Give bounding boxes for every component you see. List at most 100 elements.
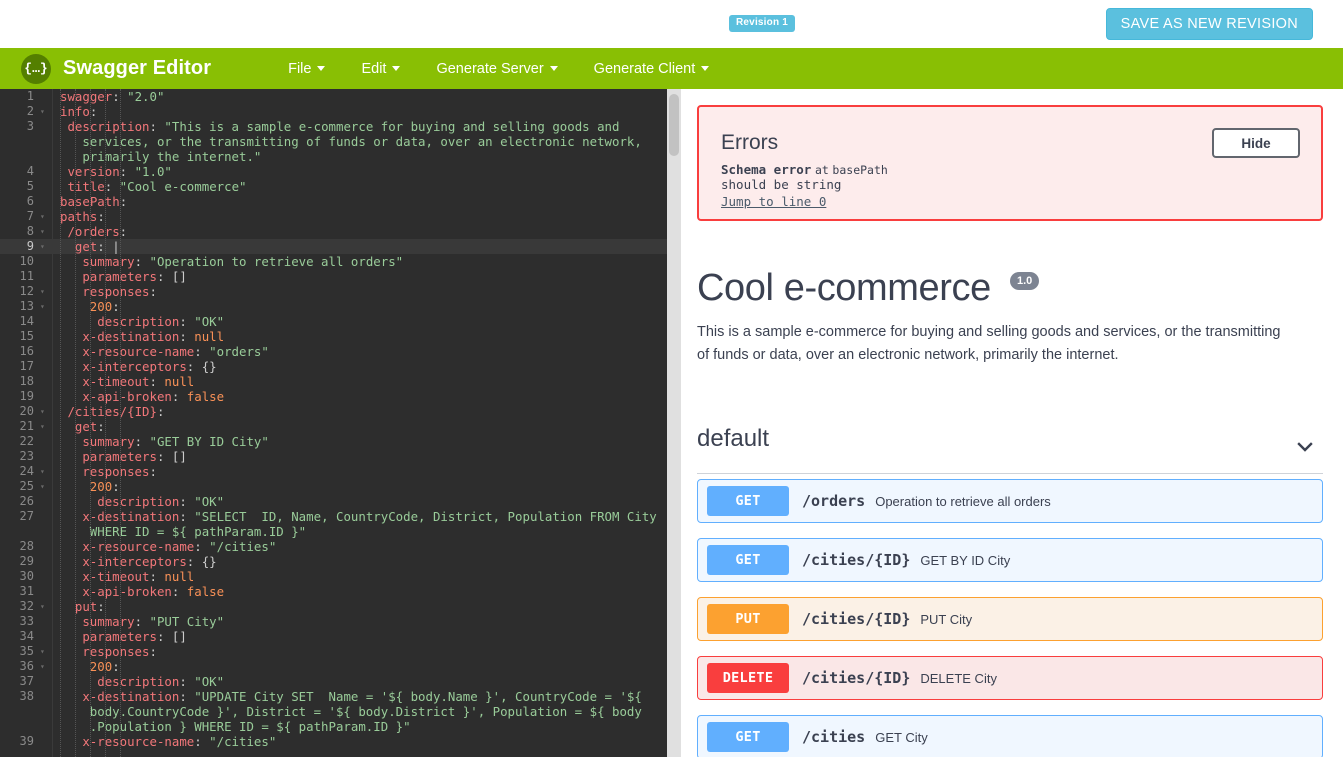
code-line[interactable]: 26description: "OK" [0,494,667,509]
jump-to-line-link[interactable]: Jump to line 0 [721,194,826,209]
code-line[interactable]: 35▾responses: [0,644,667,659]
code-line[interactable]: 23parameters: [] [0,449,667,464]
code-line[interactable]: 25▾200: [0,479,667,494]
operation-row-get[interactable]: GET/ordersOperation to retrieve all orde… [697,479,1323,523]
code-token: get [75,239,97,254]
code-line[interactable]: 21▾get: [0,419,667,434]
code-line[interactable]: 12▾responses: [0,284,667,299]
fold-arrow-icon[interactable]: ▾ [40,209,48,224]
code-line[interactable]: 31x-api-broken: false [0,584,667,599]
code-text: x-resource-name: "/cities" [60,734,667,749]
operation-summary: PUT City [920,612,972,627]
editor-vertical-scrollbar[interactable] [667,89,681,757]
fold-arrow-icon[interactable]: ▾ [40,104,48,119]
fold-arrow-icon[interactable]: ▾ [40,404,48,419]
operation-row-put[interactable]: PUT/cities/{ID}PUT City [697,597,1323,641]
code-token: : [105,179,120,194]
fold-arrow-icon[interactable]: ▾ [40,239,48,254]
code-line[interactable]: 28x-resource-name: "/cities" [0,539,667,554]
code-line[interactable]: 32▾put: [0,599,667,614]
code-line[interactable]: 2▾info: [0,104,667,119]
code-line[interactable]: 34parameters: [] [0,629,667,644]
brand-logo[interactable]: {…} Swagger Editor [21,54,211,84]
code-line[interactable]: 15x-destination: null [0,329,667,344]
code-line[interactable]: WHERE ID = ${ pathParam.ID }" [0,524,667,539]
fold-arrow-icon[interactable]: ▾ [40,599,48,614]
code-text: x-resource-name: "/cities" [60,539,667,554]
fold-arrow-icon[interactable]: ▾ [40,479,48,494]
errors-panel: Errors Schema error at basePath should b… [697,105,1323,221]
code-text: x-api-broken: false [60,584,667,599]
fold-arrow-icon[interactable]: ▾ [40,644,48,659]
code-line[interactable]: 19x-api-broken: false [0,389,667,404]
save-as-new-revision-button[interactable]: SAVE AS NEW REVISION [1106,8,1313,40]
editor-scrollbar-thumb[interactable] [669,94,679,156]
code-line[interactable]: primarily the internet." [0,149,667,164]
operation-row-delete[interactable]: DELETE/cities/{ID}DELETE City [697,656,1323,700]
code-line[interactable]: 10summary: "Operation to retrieve all or… [0,254,667,269]
operation-row-get[interactable]: GET/citiesGET City [697,715,1323,757]
code-token: : [120,194,127,209]
code-line[interactable]: 20▾/cities/{ID}: [0,404,667,419]
menu-item-generate-server[interactable]: Generate Server [436,61,557,77]
line-number: 39 [0,734,34,749]
code-line[interactable]: 3description: "This is a sample e-commer… [0,119,667,134]
code-line[interactable]: 36▾200: [0,659,667,674]
code-token: 200 [90,299,112,314]
code-line[interactable]: 22summary: "GET BY ID City" [0,434,667,449]
code-line[interactable]: 11parameters: [] [0,269,667,284]
code-line[interactable]: 30x-timeout: null [0,569,667,584]
code-line[interactable]: body.CountryCode }', District = '${ body… [0,704,667,719]
chevron-down-icon[interactable] [1295,437,1315,457]
code-text: info: [60,104,667,119]
line-number: 20 [0,404,34,419]
menu-item-edit[interactable]: Edit [361,61,400,77]
fold-arrow-icon[interactable]: ▾ [40,419,48,434]
code-line[interactable]: 17x-interceptors: {} [0,359,667,374]
code-text: summary: "GET BY ID City" [60,434,667,449]
code-line[interactable]: 24▾responses: [0,464,667,479]
code-line[interactable]: 33summary: "PUT City" [0,614,667,629]
code-line[interactable]: 16x-resource-name: "orders" [0,344,667,359]
fold-arrow-icon[interactable]: ▾ [40,464,48,479]
code-line[interactable]: 14description: "OK" [0,314,667,329]
code-line[interactable]: 4version: "1.0" [0,164,667,179]
fold-arrow-icon[interactable]: ▾ [40,299,48,314]
code-line[interactable]: 29x-interceptors: {} [0,554,667,569]
fold-arrow-icon[interactable]: ▾ [40,659,48,674]
code-text: WHERE ID = ${ pathParam.ID }" [60,524,667,539]
code-line[interactable]: 7▾paths: [0,209,667,224]
code-line[interactable]: 6basePath: [0,194,667,209]
code-line[interactable]: 38x-destination: "UPDATE City SET Name =… [0,689,667,704]
tag-section-default[interactable]: default [697,425,1323,473]
code-token: false [187,584,224,599]
line-number: 26 [0,494,34,509]
fold-arrow-icon[interactable]: ▾ [40,284,48,299]
code-text: responses: [60,464,667,479]
code-token: : [97,599,104,614]
code-line[interactable]: .Population } WHERE ID = ${ pathParam.ID… [0,719,667,734]
code-text: 200: [60,659,667,674]
code-line[interactable]: 9▾get: | [0,239,667,254]
code-text: parameters: [] [60,629,667,644]
hide-errors-button[interactable]: Hide [1212,128,1300,158]
code-line[interactable]: services, or the transmitting of funds o… [0,134,667,149]
editor-code-area[interactable]: 1swagger: "2.0"2▾info:3description: "Thi… [0,89,667,757]
operation-row-get[interactable]: GET/cities/{ID}GET BY ID City [697,538,1323,582]
menu-item-generate-client[interactable]: Generate Client [594,61,710,77]
operation-path: /cities/{ID} [802,551,910,569]
code-token: "2.0" [127,89,164,104]
menu-item-file[interactable]: File [288,61,325,77]
line-number: 14 [0,314,34,329]
code-line[interactable]: 8▾/orders: [0,224,667,239]
fold-arrow-icon[interactable]: ▾ [40,224,48,239]
code-line[interactable]: 37description: "OK" [0,674,667,689]
code-text: x-destination: "UPDATE City SET Name = '… [60,689,667,704]
code-line[interactable]: 1swagger: "2.0" [0,89,667,104]
code-line[interactable]: 18x-timeout: null [0,374,667,389]
code-line[interactable]: 39 x-resource-name: "/cities" [0,734,667,749]
code-line[interactable]: 13▾200: [0,299,667,314]
code-line[interactable]: 27x-destination: "SELECT ID, Name, Count… [0,509,667,524]
code-line[interactable]: 5title: "Cool e-commerce" [0,179,667,194]
yaml-code-editor[interactable]: 1swagger: "2.0"2▾info:3description: "Thi… [0,89,667,757]
